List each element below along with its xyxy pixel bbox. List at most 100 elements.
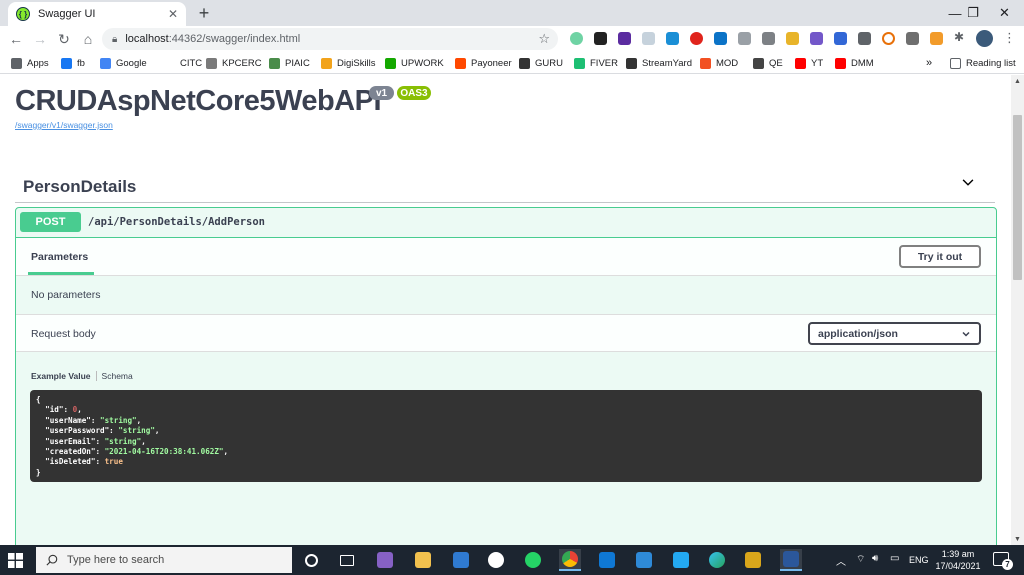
windows-start-icon[interactable] <box>8 553 23 568</box>
reload-button[interactable]: ↻ <box>54 29 74 49</box>
edge-icon[interactable] <box>706 549 728 571</box>
bookmark-item[interactable]: Apps <box>11 56 49 70</box>
home-button[interactable]: ⌂ <box>78 29 98 49</box>
swagger-json-link[interactable]: /swagger/v1/swagger.json <box>15 120 113 130</box>
tab-parameters[interactable]: Parameters <box>31 251 88 263</box>
extension-icon[interactable] <box>882 32 895 45</box>
code-colon: : <box>63 405 73 415</box>
app-icon[interactable] <box>485 549 507 571</box>
bookmark-item[interactable]: Payoneer <box>455 56 512 70</box>
tab-title: Swagger UI <box>38 8 96 20</box>
new-tab-button[interactable]: + <box>194 3 214 24</box>
battery-icon[interactable]: ▭ <box>890 553 899 564</box>
code-line: "id": 0, <box>36 405 976 415</box>
mail-icon[interactable] <box>596 549 618 571</box>
taskbar-search-box[interactable]: Type here to search <box>36 547 292 573</box>
extensions-puzzle-icon[interactable]: ✱ <box>954 30 967 44</box>
code-value: "2021-04-16T20:38:41.062Z" <box>104 447 224 457</box>
chrome-icon[interactable] <box>559 549 581 571</box>
bookmark-item[interactable]: CITC <box>164 56 202 70</box>
bookmark-item[interactable]: UPWORK <box>385 56 444 70</box>
bookmark-item[interactable]: QE <box>753 56 783 70</box>
app-icon[interactable] <box>742 549 764 571</box>
scroll-down-icon[interactable]: ▼ <box>1011 533 1024 545</box>
extension-icon[interactable] <box>858 32 871 45</box>
task-view-icon[interactable] <box>336 549 358 571</box>
forward-button[interactable]: → <box>30 29 50 49</box>
extension-icon[interactable] <box>618 32 631 45</box>
taskbar-clock[interactable]: 1:39 am 17/04/2021 <box>930 548 986 572</box>
reading-list-button[interactable]: Reading list <box>950 56 1016 70</box>
browser-menu-icon[interactable]: ⋮ <box>1003 30 1016 46</box>
address-bar[interactable]: 🔒︎ localhost:44362/swagger/index.html ☆ <box>102 28 558 50</box>
extension-icon[interactable] <box>930 32 943 45</box>
operation-path: /api/PersonDetails/AddPerson <box>88 216 266 228</box>
profile-avatar[interactable] <box>976 30 993 47</box>
chevron-down-icon[interactable] <box>961 175 975 189</box>
bookmark-item[interactable]: FIVER <box>574 56 618 70</box>
bookmark-item[interactable]: DMM <box>835 56 874 70</box>
scrollbar-thumb[interactable] <box>1013 115 1022 280</box>
tag-section-header[interactable]: PersonDetails <box>15 167 995 203</box>
word-icon[interactable] <box>780 549 802 571</box>
vscode-icon[interactable] <box>670 549 692 571</box>
extension-icon[interactable] <box>594 32 607 45</box>
notification-count-badge: 7 <box>1002 559 1013 570</box>
clock-time: 1:39 am <box>941 549 975 559</box>
extension-icon[interactable] <box>906 32 919 45</box>
bookmark-item[interactable]: PIAIC <box>269 56 310 70</box>
extension-icon[interactable] <box>786 32 799 45</box>
bookmark-star-icon[interactable]: ☆ <box>538 31 550 47</box>
app-icon[interactable] <box>450 549 472 571</box>
bookmark-item[interactable]: Google <box>100 56 147 70</box>
bookmark-item[interactable]: DigiSkills <box>321 56 376 70</box>
bookmark-favicon-icon <box>626 57 637 69</box>
file-explorer-icon[interactable] <box>412 549 434 571</box>
network-icon[interactable]: ⌔ <box>856 553 865 566</box>
bookmark-item[interactable]: GURU <box>519 56 563 70</box>
code-value: "string" <box>104 436 142 446</box>
extension-icon[interactable] <box>834 32 847 45</box>
tab-example-value[interactable]: Example Value <box>31 371 91 381</box>
bookmark-item[interactable]: StreamYard <box>626 56 692 70</box>
whatsapp-icon[interactable] <box>522 549 544 571</box>
scroll-up-icon[interactable]: ▲ <box>1011 75 1024 87</box>
close-window-button[interactable]: ✕ <box>985 0 1024 26</box>
more-bookmarks-button[interactable]: » <box>926 56 932 70</box>
bookmark-item[interactable]: MOD <box>700 56 738 70</box>
language-indicator[interactable]: ENG <box>909 555 929 565</box>
extension-icon[interactable] <box>642 32 655 45</box>
extension-icon[interactable] <box>714 32 727 45</box>
volume-icon[interactable]: 🔊︎ <box>872 553 878 564</box>
close-tab-icon[interactable]: ✕ <box>168 7 178 21</box>
extension-icon[interactable] <box>666 32 679 45</box>
screen: { } Swagger UI ✕ + — ❐ ✕ ← → ↻ ⌂ 🔒︎ loca… <box>0 0 1024 575</box>
tray-chevron-up-icon[interactable]: ︿ <box>836 553 846 568</box>
example-code-block[interactable]: { "id": 0, "userName": "string", "userPa… <box>30 390 982 482</box>
code-line: } <box>36 468 976 478</box>
bookmark-item[interactable]: YT <box>795 56 823 70</box>
extension-icon[interactable] <box>690 32 703 45</box>
content-type-value: application/json <box>818 327 898 340</box>
code-key: "userName" <box>45 415 91 425</box>
browser-tab[interactable]: { } Swagger UI ✕ <box>8 2 186 26</box>
bookmark-item[interactable]: KPCERC <box>206 56 262 70</box>
cortana-icon[interactable] <box>300 549 322 571</box>
visual-studio-icon[interactable] <box>374 549 396 571</box>
content-type-select[interactable]: application/json <box>808 322 981 345</box>
app-icon[interactable] <box>633 549 655 571</box>
bookmark-favicon-icon <box>61 57 72 69</box>
try-it-out-button[interactable]: Try it out <box>899 245 981 268</box>
extension-icon[interactable] <box>810 32 823 45</box>
operation-summary[interactable]: POST /api/PersonDetails/AddPerson <box>16 208 996 238</box>
tab-schema[interactable]: Schema <box>102 371 133 381</box>
extension-icon[interactable] <box>762 32 775 45</box>
page-scrollbar[interactable]: ▲ ▼ <box>1011 75 1024 545</box>
code-comma: , <box>141 436 146 446</box>
extension-icon[interactable] <box>738 32 751 45</box>
extension-icon[interactable] <box>570 32 583 45</box>
bookmark-item[interactable]: fb <box>61 56 85 70</box>
back-button[interactable]: ← <box>6 29 26 49</box>
